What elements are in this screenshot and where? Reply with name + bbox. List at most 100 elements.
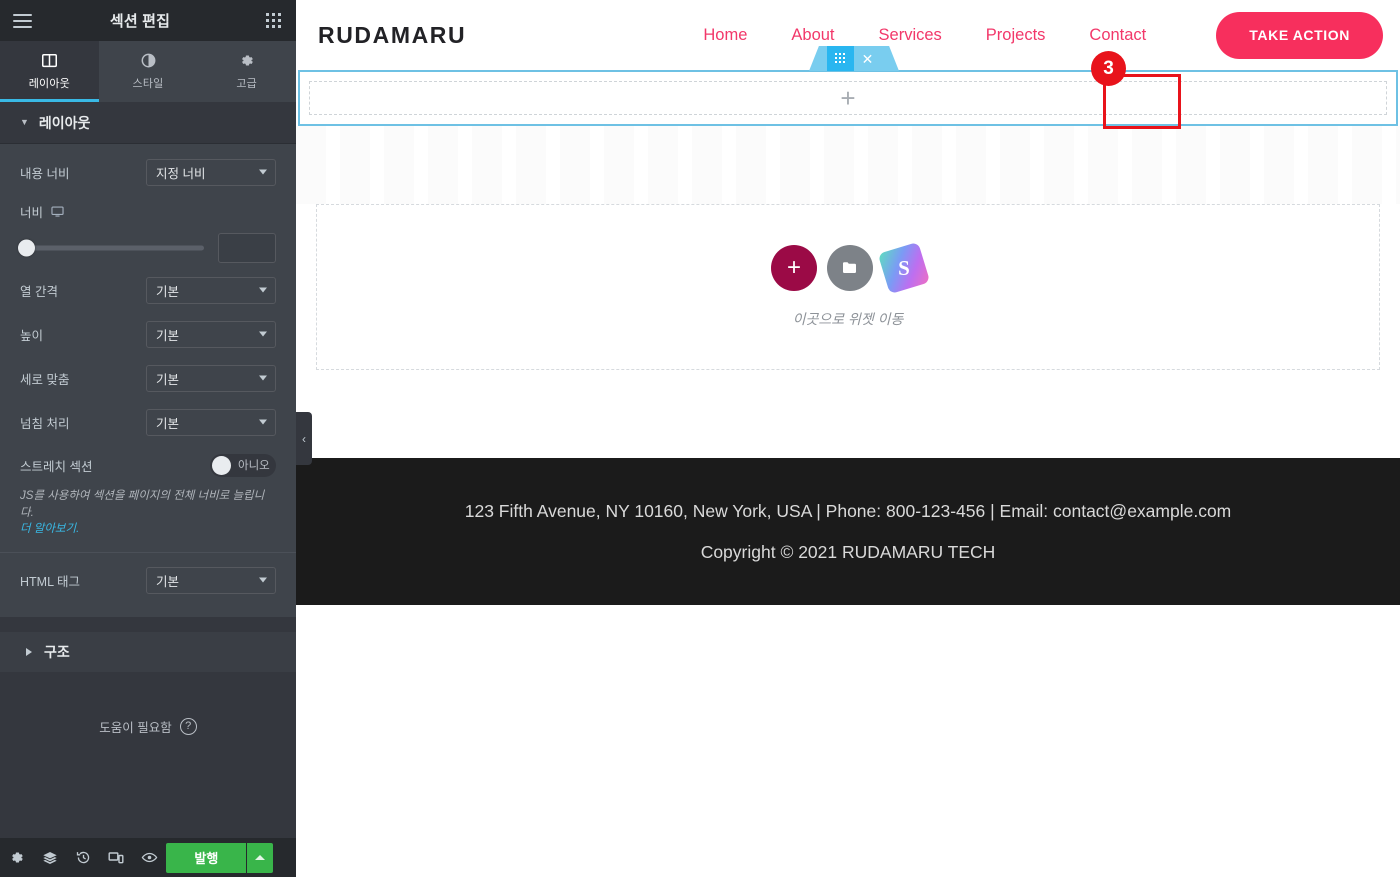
control-html-tag-label: HTML 태그: [20, 574, 81, 589]
envato-template-kit-icon[interactable]: S: [877, 241, 931, 295]
vertical-align-value: 기본: [156, 372, 180, 387]
tab-style[interactable]: 스타일: [99, 41, 198, 102]
question-mark-icon: ?: [179, 718, 197, 736]
drag-handle-dots-icon[interactable]: [827, 46, 854, 71]
tab-layout-label: 레이아웃: [28, 77, 70, 90]
nav-link-about[interactable]: About: [769, 26, 856, 45]
overflow-select[interactable]: 기본: [146, 408, 276, 436]
gear-icon: [239, 53, 254, 69]
site-logo-text[interactable]: RUDAMARU: [318, 22, 466, 49]
width-number-input[interactable]: [218, 233, 276, 263]
panel-footer: 발행: [0, 838, 296, 877]
control-column-gap: 열 간격 기본: [0, 268, 296, 312]
chevron-right-icon: [26, 648, 32, 657]
need-help-link[interactable]: 도움이 필요함 ?: [99, 717, 197, 736]
control-width: 너비: [0, 194, 296, 228]
add-widget-plus-icon[interactable]: +: [771, 245, 817, 291]
add-plus-icon[interactable]: +: [840, 85, 855, 111]
close-x-icon[interactable]: ✕: [854, 46, 881, 71]
nav-link-home[interactable]: Home: [681, 26, 769, 45]
control-content-width: 내용 너비 지정 너비: [0, 150, 296, 194]
responsive-mode-icon[interactable]: [100, 838, 133, 877]
selected-section[interactable]: +: [298, 70, 1398, 126]
take-action-button[interactable]: TAKE ACTION: [1216, 11, 1383, 59]
tab-advanced[interactable]: 고급: [197, 41, 296, 102]
nav-link-projects[interactable]: Projects: [964, 26, 1068, 45]
column-gap-value: 기본: [156, 284, 180, 299]
template-kit-letter: S: [898, 255, 910, 280]
html-tag-select[interactable]: 기본: [146, 566, 276, 594]
control-height: 높이 기본: [0, 312, 296, 356]
tab-layout[interactable]: 레이아웃: [0, 41, 99, 102]
hamburger-glyph: [12, 13, 32, 28]
column-guides-texture: [296, 126, 1400, 204]
preview-canvas: RUDAMARU Home About Services Projects Co…: [296, 0, 1400, 877]
publish-button[interactable]: 발행: [166, 842, 247, 873]
footer-contact-line: 123 Fifth Avenue, NY 10160, New York, US…: [464, 500, 1232, 521]
panel-tabs: 레이아웃 스타일 고급: [0, 41, 296, 102]
need-help-label: 도움이 필요함: [99, 721, 172, 736]
tab-advanced-label: 고급: [236, 77, 257, 90]
control-overflow-label: 넘침 처리: [20, 416, 70, 431]
section-header-structure[interactable]: 구조: [0, 631, 296, 674]
toggle-knob: [212, 455, 231, 475]
grid-apps-icon[interactable]: [250, 0, 296, 41]
control-width-label-group: 너비: [20, 202, 146, 221]
nav-link-contact[interactable]: Contact: [1067, 26, 1168, 45]
tab-style-label: 스타일: [132, 77, 164, 90]
settings-gear-icon[interactable]: [0, 838, 33, 877]
chevron-down-icon: [259, 169, 267, 175]
navigator-layers-icon[interactable]: [33, 838, 66, 877]
grid-apps-glyph: [265, 13, 281, 28]
slider-thumb[interactable]: [18, 239, 35, 257]
contrast-circle-icon: [141, 53, 156, 69]
layout-controls: 내용 너비 지정 너비 너비 열 간격 기본 높이 기본 세로 맞춤 기본 넘침…: [0, 144, 296, 618]
preview-eye-icon[interactable]: [133, 838, 166, 877]
panel-collapse-toggle[interactable]: ‹: [296, 412, 312, 465]
site-nav: Home About Services Projects Contact TAK…: [681, 11, 1400, 59]
drop-zone-text: 이곳으로 위젯 이동: [792, 311, 904, 327]
control-height-label: 높이: [20, 328, 44, 343]
layout-columns-icon: [41, 53, 57, 69]
folder-templates-icon[interactable]: [827, 245, 873, 291]
canvas-empty-space: [296, 605, 1400, 875]
column-gap-select[interactable]: 기본: [146, 276, 276, 304]
chevron-down-icon: [259, 287, 267, 293]
stretch-description-text: JS를 사용하여 섹션을 페이지의 전체 너비로 늘립니다.: [20, 490, 265, 519]
handle-left-edge: [809, 46, 827, 71]
stretch-section-description: JS를 사용하여 섹션을 페이지의 전체 너비로 늘립니다. 더 알아보기.: [0, 486, 296, 552]
nav-link-services[interactable]: Services: [857, 26, 964, 45]
slider-track: [20, 245, 204, 251]
history-revisions-icon[interactable]: [67, 838, 100, 877]
content-width-value: 지정 너비: [156, 166, 206, 181]
widget-drop-wrapper: + S 이곳으로 위젯 이동: [296, 204, 1400, 370]
desktop-icon[interactable]: [51, 205, 64, 218]
stretch-section-toggle[interactable]: 아니오: [210, 453, 276, 477]
height-select[interactable]: 기본: [146, 320, 276, 348]
control-html-tag: HTML 태그 기본: [0, 553, 296, 607]
section-header-layout[interactable]: ▼ 레이아웃: [0, 102, 296, 144]
drop-zone-icons: + S: [771, 241, 931, 295]
site-footer: 123 Fifth Avenue, NY 10160, New York, US…: [296, 458, 1400, 605]
learn-more-link[interactable]: 더 알아보기.: [20, 523, 79, 535]
panel-header: 섹션 편집: [0, 0, 296, 41]
elementor-left-panel: 섹션 편집 레이아웃 스타일 고급 ▼ 레이아웃 내용 너비 지정 너비 너비 …: [0, 0, 296, 877]
control-overflow: 넘침 처리 기본: [0, 400, 296, 444]
handle-right-edge: [881, 46, 899, 71]
control-column-gap-label: 열 간격: [20, 284, 58, 299]
widget-drop-zone[interactable]: + S 이곳으로 위젯 이동: [316, 204, 1380, 370]
vertical-align-select[interactable]: 기본: [146, 364, 276, 392]
content-width-select[interactable]: 지정 너비: [146, 158, 276, 186]
control-stretch-section-label: 스트레치 섹션: [20, 459, 93, 474]
footer-copyright-line: Copyright © 2021 RUDAMARU TECH: [700, 541, 996, 562]
close-x-glyph: ✕: [861, 50, 874, 67]
help-area: 도움이 필요함 ?: [0, 673, 296, 738]
width-slider[interactable]: [18, 239, 204, 257]
publish-options-caret-icon[interactable]: [247, 842, 273, 873]
step-badge: 3: [1091, 51, 1126, 86]
height-value: 기본: [156, 328, 180, 343]
overflow-value: 기본: [156, 416, 180, 431]
panel-spacer: [0, 617, 296, 632]
chevron-down-icon: [259, 419, 267, 425]
control-content-width-label: 내용 너비: [20, 166, 70, 181]
